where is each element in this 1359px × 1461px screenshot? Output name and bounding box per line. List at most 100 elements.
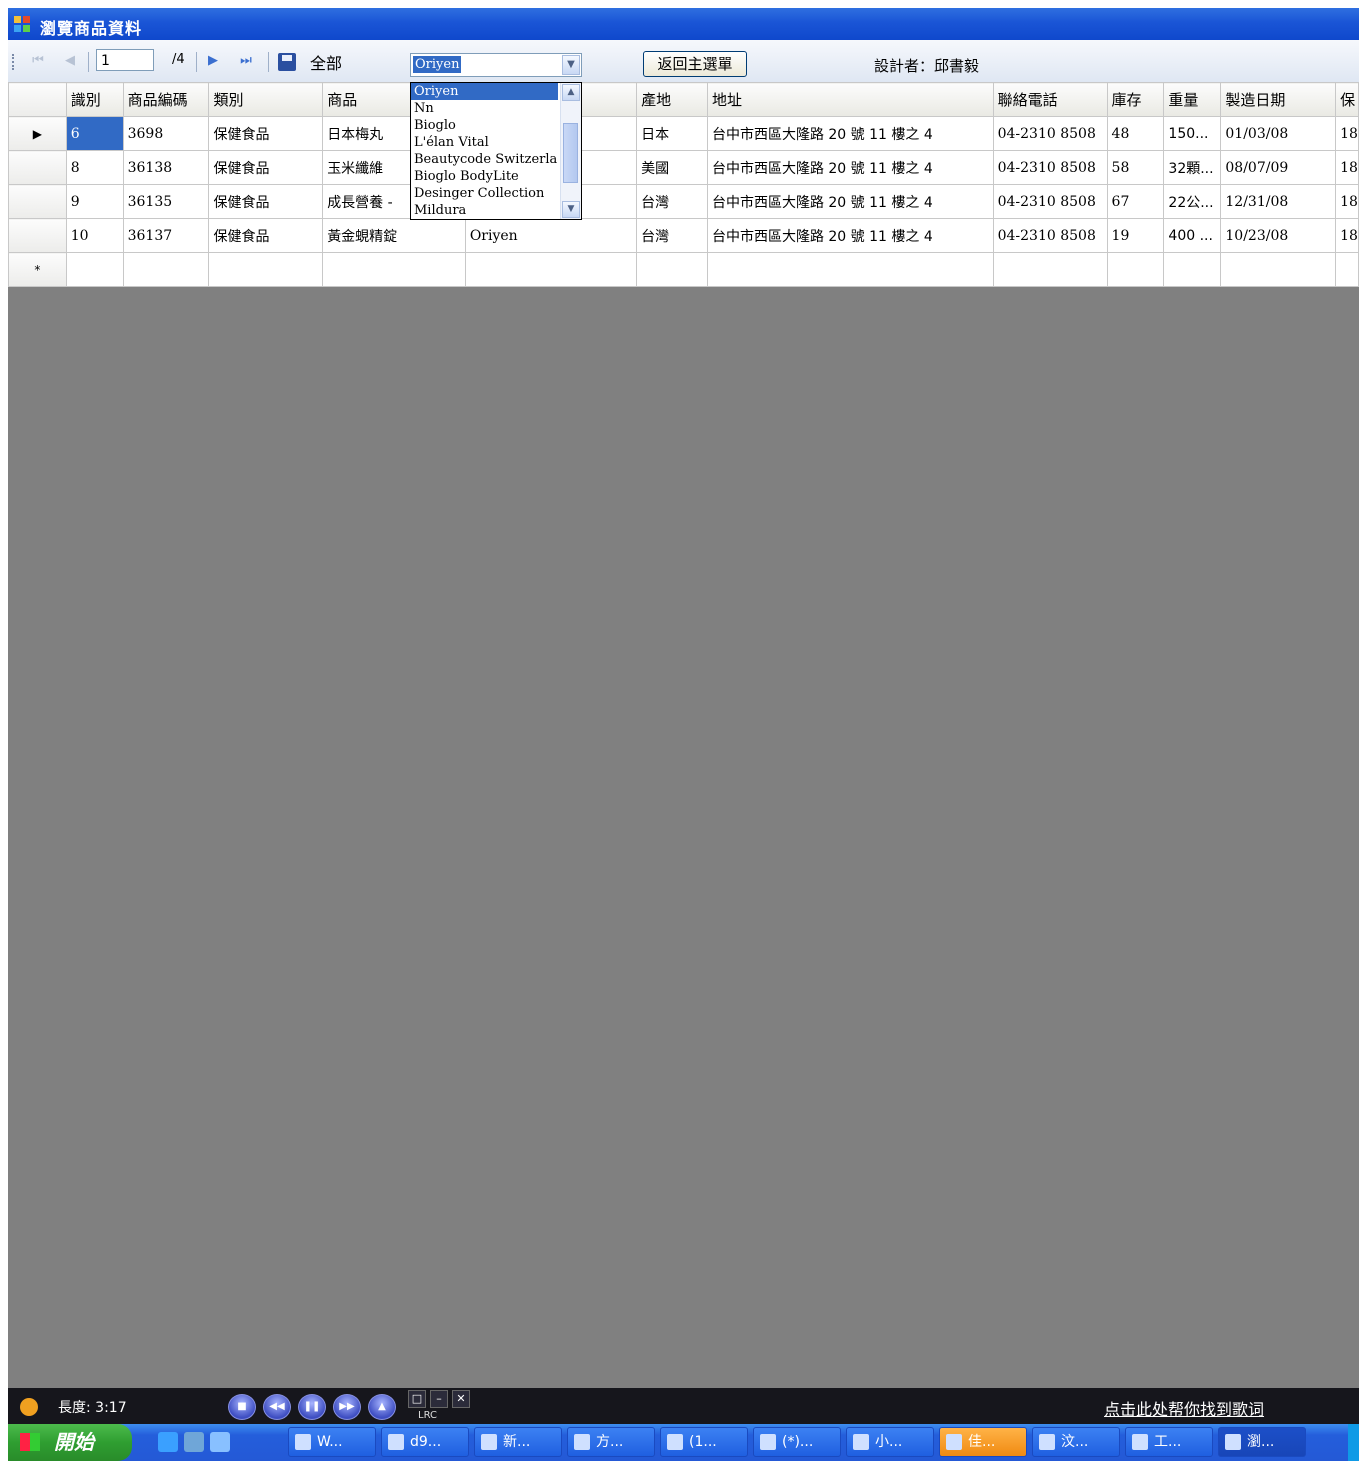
dropdown-option[interactable]: Bioglo	[411, 117, 558, 134]
table-cell[interactable]: 台中市西區大隆路 20 號 11 樓之 4	[706, 218, 994, 253]
new-row[interactable]: *	[8, 252, 1359, 287]
filter-combobox[interactable]: Oriyen ▼	[410, 53, 582, 77]
table-cell[interactable]: 黃金蜆精錠	[322, 218, 466, 253]
table-cell[interactable]: 美國	[636, 150, 708, 185]
table-cell[interactable]: 01/03/08	[1220, 116, 1337, 151]
rewind-icon[interactable]: ◀◀	[263, 1394, 291, 1420]
table-cell[interactable]	[706, 252, 994, 287]
taskbar-item[interactable]: (*)...	[753, 1427, 841, 1457]
table-cell[interactable]: 36137	[122, 218, 210, 253]
row-header[interactable]	[8, 150, 67, 185]
table-cell[interactable]: 保健食品	[208, 150, 324, 185]
table-cell[interactable]	[122, 252, 210, 287]
table-cell[interactable]: 9	[65, 184, 124, 219]
table-cell[interactable]: 04-2310 8508	[992, 150, 1108, 185]
close-icon[interactable]: ✕	[452, 1390, 470, 1408]
dropdown-option[interactable]: Bioglo BodyLite	[411, 168, 558, 185]
table-cell[interactable]: 32顆...	[1163, 150, 1222, 185]
table-cell[interactable]: 400 ...	[1163, 218, 1222, 253]
table-cell[interactable]: 04-2310 8508	[992, 218, 1108, 253]
taskbar-item[interactable]: 佳...	[939, 1427, 1027, 1457]
table-cell[interactable]: 台中市西區大隆路 20 號 11 樓之 4	[706, 150, 994, 185]
column-header[interactable]: 地址	[706, 82, 994, 117]
filter-dropdown-list[interactable]: Oriyen Nn Bioglo L'élan Vital Beautycode…	[410, 82, 582, 220]
column-header[interactable]: 商品編碼	[122, 82, 210, 117]
browser-icon[interactable]	[210, 1432, 230, 1452]
taskbar-item[interactable]: 瀏...	[1218, 1427, 1306, 1457]
dropdown-option[interactable]: Beautycode Switzerla	[411, 151, 558, 168]
minimize-icon[interactable]: –	[430, 1390, 448, 1408]
table-cell[interactable]: 6	[65, 116, 124, 151]
column-header[interactable]: 產地	[636, 82, 708, 117]
pause-icon[interactable]: ❚❚	[298, 1394, 326, 1420]
dropdown-option[interactable]: Oriyen	[411, 83, 558, 100]
table-cell[interactable]	[1163, 252, 1222, 287]
table-cell[interactable]	[636, 252, 708, 287]
table-cell[interactable]	[1220, 252, 1337, 287]
start-button[interactable]: 開始	[8, 1424, 132, 1461]
find-lyrics-link[interactable]: 点击此处帮你找到歌词	[1104, 1396, 1264, 1420]
move-last-icon[interactable]: ⏭	[238, 53, 254, 69]
table-cell[interactable]: 22公...	[1163, 184, 1222, 219]
taskbar-item[interactable]: 汶...	[1032, 1427, 1120, 1457]
dropdown-scrollbar[interactable]: ▲ ▼	[560, 83, 581, 219]
chevron-down-icon[interactable]: ▼	[562, 55, 580, 75]
table-cell[interactable]: 12/31/08	[1220, 184, 1337, 219]
table-row[interactable]: 8 36138 保健食品 玉米纖維 美國 台中市西區大隆路 20 號 11 樓之…	[8, 150, 1359, 185]
table-cell[interactable]: 58	[1106, 150, 1165, 185]
move-next-icon[interactable]: ▶	[205, 53, 221, 69]
taskbar-item[interactable]: W...	[288, 1427, 376, 1457]
corner-header[interactable]	[8, 82, 67, 117]
table-cell[interactable]: 18	[1335, 116, 1359, 151]
scroll-up-icon[interactable]: ▲	[562, 84, 580, 101]
table-cell[interactable]: 保健食品	[208, 184, 324, 219]
table-cell[interactable]	[322, 252, 466, 287]
table-cell[interactable]: 3698	[122, 116, 210, 151]
dropdown-option[interactable]: Desinger Collection	[411, 185, 558, 202]
table-cell[interactable]	[1106, 252, 1165, 287]
table-cell[interactable]: Oriyen	[464, 218, 638, 253]
column-header[interactable]: 聯絡電話	[992, 82, 1108, 117]
scroll-down-icon[interactable]: ▼	[562, 201, 580, 218]
back-to-main-menu-button[interactable]: 返回主選單	[643, 51, 747, 77]
table-cell[interactable]: 19	[1106, 218, 1165, 253]
table-cell[interactable]: 台中市西區大隆路 20 號 11 樓之 4	[706, 116, 994, 151]
dropdown-option[interactable]: Mildura	[411, 202, 558, 219]
table-row[interactable]: 9 36135 保健食品 成長營養 - 台灣 台中市西區大隆路 20 號 11 …	[8, 184, 1359, 219]
table-cell[interactable]: 48	[1106, 116, 1165, 151]
table-cell[interactable]: 36135	[122, 184, 210, 219]
move-first-icon[interactable]: ⏮	[30, 53, 46, 69]
column-header[interactable]: 重量	[1163, 82, 1222, 117]
taskbar-item[interactable]: 工...	[1125, 1427, 1213, 1457]
column-header[interactable]: 類別	[208, 82, 324, 117]
table-cell[interactable]: 04-2310 8508	[992, 184, 1108, 219]
position-input[interactable]: 1	[96, 49, 154, 71]
table-cell[interactable]: 10/23/08	[1220, 218, 1337, 253]
table-cell[interactable]: 18	[1335, 218, 1359, 253]
table-cell[interactable]	[1335, 252, 1359, 287]
table-cell[interactable]: 保健食品	[208, 116, 324, 151]
table-cell[interactable]	[208, 252, 324, 287]
table-cell[interactable]: 日本	[636, 116, 708, 151]
dropdown-option[interactable]: Nn	[411, 100, 558, 117]
table-cell[interactable]: 08/07/09	[1220, 150, 1337, 185]
row-header[interactable]	[8, 184, 67, 219]
table-cell[interactable]: 台灣	[636, 184, 708, 219]
table-cell[interactable]: 150...	[1163, 116, 1222, 151]
dropdown-option[interactable]: L'élan Vital	[411, 134, 558, 151]
table-cell[interactable]	[65, 252, 124, 287]
table-row[interactable]: 10 36137 保健食品 黃金蜆精錠 Oriyen 台灣 台中市西區大隆路 2…	[8, 218, 1359, 253]
table-cell[interactable]: 8	[65, 150, 124, 185]
move-previous-icon[interactable]: ◀	[62, 53, 78, 69]
table-cell[interactable]	[992, 252, 1108, 287]
table-cell[interactable]: 18	[1335, 150, 1359, 185]
column-header[interactable]: 識別	[65, 82, 124, 117]
lrc-label[interactable]: LRC	[418, 1410, 437, 1421]
column-header[interactable]: 製造日期	[1220, 82, 1337, 117]
toolbar-grip[interactable]	[12, 54, 16, 70]
scrollbar-thumb[interactable]	[563, 123, 578, 183]
restore-icon[interactable]: □	[408, 1390, 426, 1408]
taskbar-item[interactable]: d9...	[381, 1427, 469, 1457]
taskbar-item[interactable]: 小...	[846, 1427, 934, 1457]
internet-explorer-icon[interactable]	[158, 1432, 178, 1452]
